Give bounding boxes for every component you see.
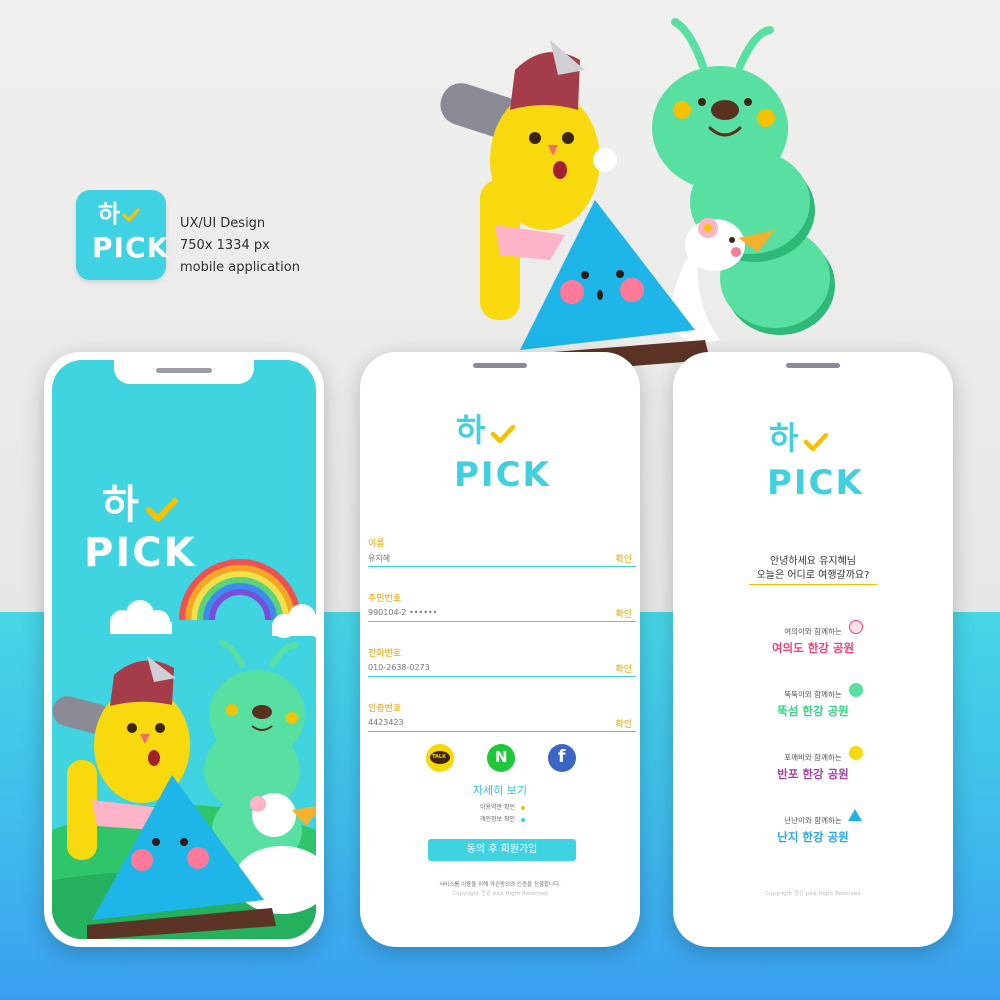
mascots-illustration — [440, 18, 835, 375]
agree-signup-button[interactable]: 동의 후 회원가입 — [428, 839, 576, 861]
field-label: 주민번호 — [368, 594, 402, 604]
field-label: 이름 — [368, 539, 385, 549]
phone-splash: 하 PICK — [44, 352, 324, 947]
logo-pick: PICK — [767, 463, 864, 503]
facebook-label: f — [558, 747, 566, 767]
name-field[interactable]: 이름 유지혜 확인 — [368, 536, 636, 567]
agreement-label: 개인정보 확인 — [480, 816, 516, 823]
verification-code-field[interactable]: 인증번호 4423423 확인 — [368, 701, 636, 732]
splash-screen: 하 PICK — [52, 360, 316, 939]
splash-logo: 하 PICK — [84, 485, 224, 585]
pokkaebi-mascot-icon — [849, 746, 863, 760]
check-icon — [122, 208, 140, 222]
confirm-button[interactable]: 확인 — [615, 607, 632, 620]
service-note: 서비스를 이용을 위해 약관동의와 인증을 진행합니다. — [439, 882, 561, 888]
destination-subtitle: 포깨비와 함께하는 — [784, 753, 842, 762]
more-details-link[interactable]: 자세히 보기 — [360, 782, 640, 798]
copyright: Copyright 한강 pick Right Reserved — [452, 891, 548, 897]
field-label: 전화번호 — [368, 649, 402, 659]
destination-ttukseom[interactable]: 뚝뚝이와 함께하는 뚝섬 한강 공원 — [673, 689, 953, 719]
destinations-logo: 하 PICK — [767, 422, 907, 522]
phone-speaker — [473, 363, 527, 368]
design-info-line: UX/UI Design — [180, 216, 266, 231]
naver-icon[interactable]: N — [487, 744, 515, 772]
field-label: 인증번호 — [368, 704, 402, 714]
app-icon-ha: 하 — [98, 200, 121, 228]
destination-name: 뚝섬 한강 공원 — [777, 704, 849, 718]
app-icon: 하 PICK — [76, 190, 170, 280]
phone-speaker — [786, 363, 840, 368]
phone-signup: 하 PICK 이름 유지혜 확인 주민번호 990104-2 •••••• 확인… — [360, 352, 640, 947]
field-value[interactable]: 010-2638-0273 — [368, 663, 430, 672]
check-icon — [490, 424, 516, 444]
phone-notch — [114, 360, 254, 384]
splash-illustration — [52, 559, 316, 939]
destination-subtitle: 뚝뚝이와 함께하는 — [784, 690, 842, 699]
phone-number-field[interactable]: 전화번호 010-2638-0273 확인 — [368, 646, 636, 677]
logo-ha: 하 — [456, 411, 486, 449]
logo-ha: 하 — [102, 482, 139, 528]
logo-pick: PICK — [84, 530, 197, 576]
agreement-dot — [521, 817, 526, 822]
phone-destinations: 하 PICK 안녕하세요 유지혜님 오늘은 어디로 여행갈까요? 여의이와 함께… — [673, 352, 953, 947]
check-icon — [146, 498, 178, 522]
signup-logo: 하 PICK — [454, 414, 594, 514]
destination-name: 반포 한강 공원 — [777, 767, 849, 781]
terms-agreement[interactable]: 이용약관 확인 — [480, 802, 526, 811]
kakao-talk-icon[interactable]: TALK — [426, 744, 454, 772]
ttukttuk-mascot-icon — [849, 683, 863, 697]
greeting-line: 오늘은 어디로 여행갈까요? — [756, 570, 870, 581]
greeting: 안녕하세요 유지혜님 오늘은 어디로 여행갈까요? — [673, 555, 953, 583]
logo-ha: 하 — [769, 419, 799, 457]
agreement-label: 이용약관 확인 — [480, 804, 516, 811]
destination-name: 여의도 한강 공원 — [771, 641, 855, 655]
logo-pick: PICK — [454, 455, 551, 495]
destination-nanji[interactable]: 난난이와 함께하는 난지 한강 공원 — [673, 815, 953, 845]
naver-label: N — [495, 748, 508, 766]
field-value[interactable]: 4423423 — [368, 718, 404, 727]
design-info-line: mobile application — [180, 260, 300, 275]
greeting-line: 안녕하세요 유지혜님 — [770, 556, 856, 567]
facebook-icon[interactable]: f — [548, 744, 576, 772]
field-value[interactable]: 990104-2 •••••• — [368, 608, 437, 617]
greeting-underline — [749, 584, 877, 585]
yeoui-mascot-icon — [849, 620, 863, 634]
field-value[interactable]: 유지혜 — [368, 553, 390, 564]
confirm-button[interactable]: 확인 — [615, 552, 632, 565]
app-icon-pick: PICK — [92, 231, 170, 264]
confirm-button[interactable]: 확인 — [615, 662, 632, 675]
resident-number-field[interactable]: 주민번호 990104-2 •••••• 확인 — [368, 591, 636, 622]
destination-subtitle: 난난이와 함께하는 — [784, 816, 842, 825]
copyright: Copyright 한강 pick Right Reserved — [765, 891, 861, 897]
design-info: UX/UI Design 750x 1334 px mobile applica… — [180, 213, 300, 279]
design-info-line: 750x 1334 px — [180, 238, 270, 253]
privacy-agreement[interactable]: 개인정보 확인 — [480, 814, 526, 823]
confirm-button[interactable]: 확인 — [615, 717, 632, 730]
agreement-dot — [521, 805, 526, 810]
destination-subtitle: 여의이와 함께하는 — [784, 627, 842, 636]
destination-name: 난지 한강 공원 — [777, 830, 849, 844]
check-icon — [803, 432, 829, 452]
kakao-label: TALK — [432, 754, 446, 760]
destination-banpo[interactable]: 포깨비와 함께하는 반포 한강 공원 — [673, 752, 953, 782]
nanna-mascot-icon — [848, 809, 862, 821]
destination-yeouido[interactable]: 여의이와 함께하는 여의도 한강 공원 — [673, 626, 953, 656]
